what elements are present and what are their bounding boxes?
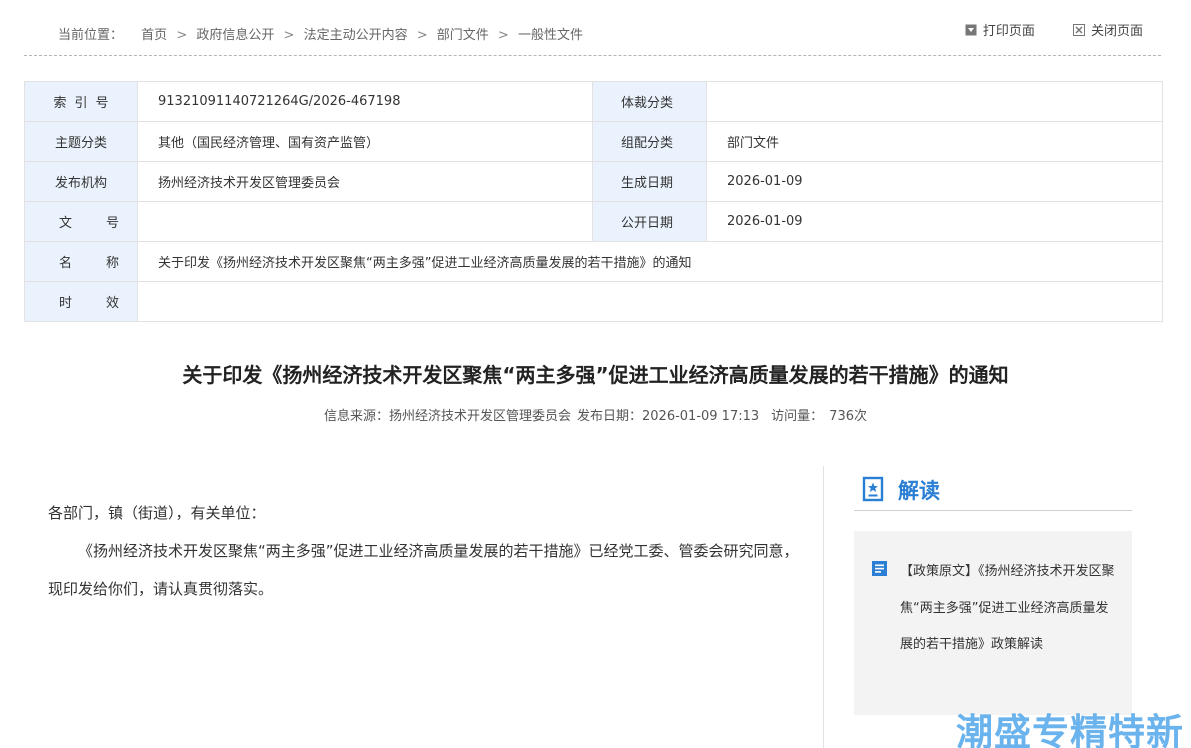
topic-label: 主题分类 [24, 121, 138, 162]
public-date-value: 2026-01-09 [706, 201, 1163, 242]
validity-value [137, 281, 1163, 322]
public-date-label: 公开日期 [592, 201, 707, 242]
index-value: 91321091140721264G/2026-467198 [137, 81, 593, 122]
genre-value [706, 81, 1163, 122]
source-text: 信息来源：扬州经济技术开发区管理委员会 [323, 409, 571, 424]
interpretation-header: 解读 [854, 472, 1132, 511]
print-button[interactable]: 打印页面 [965, 20, 1035, 39]
topic-value: 其他（国民经济管理、国有资产监管） [137, 121, 593, 162]
document-meta-table: 索引号 91321091140721264G/2026-467198 体裁分类 … [24, 81, 1163, 322]
breadcrumb-general-docs[interactable]: 一般性文件 [518, 28, 583, 43]
interpretation-link[interactable]: 【政策原文】《扬州经济技术开发区聚焦“两主多强”促进工业经济高质量发展的若干措施… [900, 554, 1116, 664]
print-icon [965, 24, 977, 35]
docno-label: 文号 [24, 201, 138, 242]
close-box-icon [1072, 23, 1085, 36]
main-paragraph: 《扬州经济技术开发区聚焦“两主多强”促进工业经济高质量发展的若干措施》已经党工委… [48, 542, 799, 598]
print-label: 打印页面 [982, 24, 1035, 39]
table-row: 主题分类 其他（国民经济管理、国有资产监管） 组配分类 部门文件 [24, 121, 1163, 162]
genre-label: 体裁分类 [592, 81, 707, 122]
visits-label: 访问量： [771, 409, 824, 424]
document-body: 各部门，镇（街道），有关单位： 《扬州经济技术开发区聚焦“两主多强”促进工业经济… [48, 494, 808, 608]
breadcrumb-label: 当前位置： [58, 28, 124, 43]
name-value: 关于印发《扬州经济技术开发区聚焦“两主多强”促进工业经济高质量发展的若干措施》的… [137, 241, 1163, 282]
publisher-value: 扬州经济技术开发区管理委员会 [137, 161, 593, 202]
created-value: 2026-01-09 [706, 161, 1163, 202]
interpretation-title: 解读 [898, 479, 940, 503]
docno-value [137, 201, 593, 242]
breadcrumb-separator: > [176, 28, 188, 43]
breadcrumb-home[interactable]: 首页 [141, 28, 167, 43]
table-row: 名称 关于印发《扬州经济技术开发区聚焦“两主多强”促进工业经济高质量发展的若干措… [24, 241, 1163, 282]
page-tools: 打印页面 关闭页面 [931, 20, 1143, 40]
interpretation-box: 【政策原文】《扬州经济技术开发区聚焦“两主多强”促进工业经济高质量发展的若干措施… [854, 531, 1132, 715]
document-star-icon [862, 476, 884, 502]
table-row: 文号 公开日期 2026-01-09 [24, 201, 1163, 242]
visits-value: 736次 [829, 409, 867, 424]
publisher-label: 发布机构 [24, 161, 138, 202]
publish-date-text: 发布日期：2026-01-09 17:13 [577, 409, 760, 424]
document-info: 信息来源：扬州经济技术开发区管理委员会 发布日期：2026-01-09 17:13… [0, 405, 1191, 424]
combo-value: 部门文件 [706, 121, 1163, 162]
divider [823, 466, 824, 748]
breadcrumb-separator: > [497, 28, 509, 43]
page-title: 关于印发《扬州经济技术开发区聚焦“两主多强”促进工业经济高质量发展的若干措施》的… [182, 363, 1009, 387]
index-label: 索引号 [24, 81, 138, 122]
created-label: 生成日期 [592, 161, 707, 202]
breadcrumb-separator: > [416, 28, 428, 43]
watermark-logo: 潮盛专精特新 [956, 711, 1184, 748]
table-row: 时效 [24, 281, 1163, 322]
breadcrumb-separator: > [283, 28, 295, 43]
greeting-paragraph: 各部门，镇（街道），有关单位： [48, 504, 266, 522]
breadcrumb-statutory[interactable]: 法定主动公开内容 [304, 28, 408, 43]
top-bar: 当前位置： 首页 > 政府信息公开 > 法定主动公开内容 > 部门文件 > 一般… [24, 0, 1161, 56]
validity-label: 时效 [24, 281, 138, 322]
name-label: 名称 [24, 241, 138, 282]
table-row: 索引号 91321091140721264G/2026-467198 体裁分类 [24, 81, 1163, 122]
breadcrumb: 当前位置： 首页 > 政府信息公开 > 法定主动公开内容 > 部门文件 > 一般… [58, 24, 583, 43]
breadcrumb-dept-docs[interactable]: 部门文件 [437, 28, 489, 43]
close-page-button[interactable]: 关闭页面 [1072, 20, 1143, 39]
table-row: 发布机构 扬州经济技术开发区管理委员会 生成日期 2026-01-09 [24, 161, 1163, 202]
breadcrumb-gov-info[interactable]: 政府信息公开 [196, 28, 274, 43]
list-doc-icon [872, 561, 887, 576]
close-page-label: 关闭页面 [1090, 24, 1143, 39]
combo-label: 组配分类 [592, 121, 707, 162]
